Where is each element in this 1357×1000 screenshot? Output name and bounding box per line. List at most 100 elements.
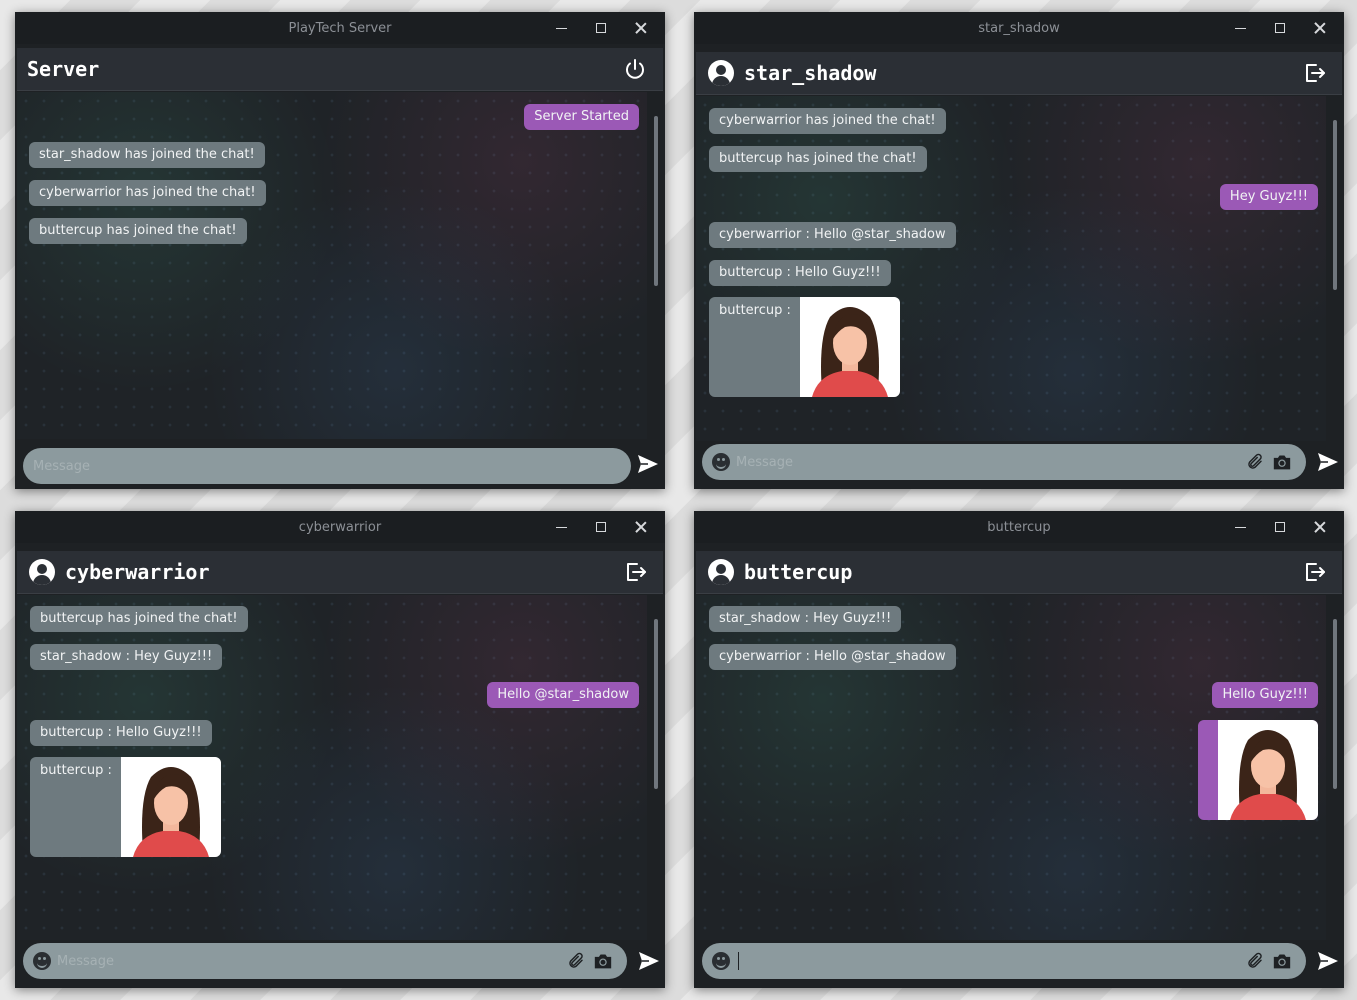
window-title: star_shadow [978,20,1060,36]
window-titlebar[interactable]: star_shadow [694,12,1344,44]
send-icon[interactable] [1315,949,1341,973]
chat-message: Hello @star_shadow [487,682,639,708]
close-button[interactable] [1300,511,1340,543]
emoji-icon[interactable] [712,453,730,471]
scrollbar-thumb[interactable] [654,116,658,286]
chat-message: cyberwarrior has joined the chat! [709,108,946,134]
chat-message: buttercup : Hello Guyz!!! [709,260,891,286]
header-title: buttercup [744,560,853,584]
scrollbar-thumb[interactable] [1333,619,1337,789]
chat-message: cyberwarrior : Hello @star_shadow [709,222,956,248]
image-message [1198,720,1318,820]
paperclip-icon[interactable] [1246,453,1264,471]
message-input[interactable] [33,451,631,481]
message-bar [23,448,631,484]
message-bar [702,444,1306,480]
message-input[interactable] [57,946,567,976]
chat-message: buttercup : Hello Guyz!!! [30,720,212,746]
chat-header: cyberwarrior [17,551,663,594]
maximize-button[interactable] [1260,511,1300,543]
image-message-label: buttercup : [40,763,112,778]
minimize-icon [555,526,567,528]
avatar-image[interactable] [800,297,900,397]
window-titlebar[interactable]: cyberwarrior [15,511,665,543]
scrollbar[interactable] [1330,605,1340,928]
user-circle-icon [708,60,734,86]
minimize-button[interactable] [1220,511,1260,543]
avatar-image[interactable] [1218,720,1318,820]
scrollbar[interactable] [1330,106,1340,429]
chat-message: cyberwarrior : Hello @star_shadow [709,644,956,670]
star-shadow-window: star_shadow star_shadow cyberwarrior has… [694,12,1344,489]
minimize-button[interactable] [541,12,581,44]
message-bar [23,943,627,979]
logout-icon[interactable] [1302,560,1326,584]
maximize-icon [596,23,606,33]
message-input[interactable] [739,946,1246,976]
paperclip-icon[interactable] [567,952,585,970]
message-input[interactable] [736,447,1246,477]
chat-message: star_shadow has joined the chat! [29,142,265,168]
header-title: cyberwarrior [65,560,210,584]
scrollbar[interactable] [651,605,661,928]
maximize-icon [1275,23,1285,33]
image-message: buttercup : [709,297,900,397]
close-button[interactable] [621,511,661,543]
user-circle-icon [29,559,55,585]
chat-area[interactable]: buttercup has joined the chat! star_shad… [17,595,647,940]
chat-area[interactable]: star_shadow : Hey Guyz!!! cyberwarrior :… [696,595,1326,940]
user-circle-icon [708,559,734,585]
emoji-icon[interactable] [712,952,730,970]
minimize-icon [1234,27,1246,29]
header-title: star_shadow [744,61,877,85]
scrollbar[interactable] [651,102,661,429]
window-titlebar[interactable]: buttercup [694,511,1344,543]
chat-message: Server Started [524,104,639,130]
close-icon [1314,22,1326,34]
minimize-button[interactable] [1220,12,1260,44]
window-titlebar[interactable]: PlayTech Server [15,12,665,44]
close-icon [635,521,647,533]
window-controls [1220,12,1340,44]
chat-message: Hello Guyz!!! [1212,682,1318,708]
chat-message: star_shadow : Hey Guyz!!! [709,606,902,632]
chat-message: star_shadow : Hey Guyz!!! [30,644,223,670]
send-icon[interactable] [636,949,662,973]
close-icon [635,22,647,34]
scrollbar-thumb[interactable] [654,619,658,789]
close-button[interactable] [621,12,661,44]
camera-icon[interactable] [1272,453,1292,471]
cyberwarrior-window: cyberwarrior cyberwarrior buttercup has … [15,511,665,988]
window-controls [1220,511,1340,543]
send-icon[interactable] [635,452,661,476]
chat-message: Hey Guyz!!! [1219,184,1318,210]
window-title: buttercup [987,519,1051,535]
maximize-button[interactable] [1260,12,1300,44]
buttercup-window: buttercup buttercup star_shadow : Hey Gu… [694,511,1344,988]
chat-area[interactable]: cyberwarrior has joined the chat! butter… [696,96,1326,441]
scrollbar-thumb[interactable] [1333,120,1337,290]
header-title: Server [27,57,100,81]
close-button[interactable] [1300,12,1340,44]
maximize-button[interactable] [581,12,621,44]
chat-message: buttercup has joined the chat! [709,146,927,172]
send-icon[interactable] [1315,450,1341,474]
server-window: PlayTech Server Server Server Started st… [15,12,665,489]
power-icon[interactable] [623,57,647,81]
chat-area[interactable]: Server Started star_shadow has joined th… [17,92,647,439]
chat-header: buttercup [696,551,1342,594]
chat-message: cyberwarrior has joined the chat! [29,180,266,206]
logout-icon[interactable] [623,560,647,584]
camera-icon[interactable] [593,952,613,970]
chat-message: buttercup has joined the chat! [29,218,247,244]
chat-header: star_shadow [696,52,1342,95]
logout-icon[interactable] [1302,61,1326,85]
paperclip-icon[interactable] [1246,952,1264,970]
avatar-image[interactable] [121,757,221,857]
image-message: buttercup : [30,757,221,857]
emoji-icon[interactable] [33,952,51,970]
camera-icon[interactable] [1272,952,1292,970]
maximize-button[interactable] [581,511,621,543]
minimize-button[interactable] [541,511,581,543]
chat-header: Server [17,48,663,91]
